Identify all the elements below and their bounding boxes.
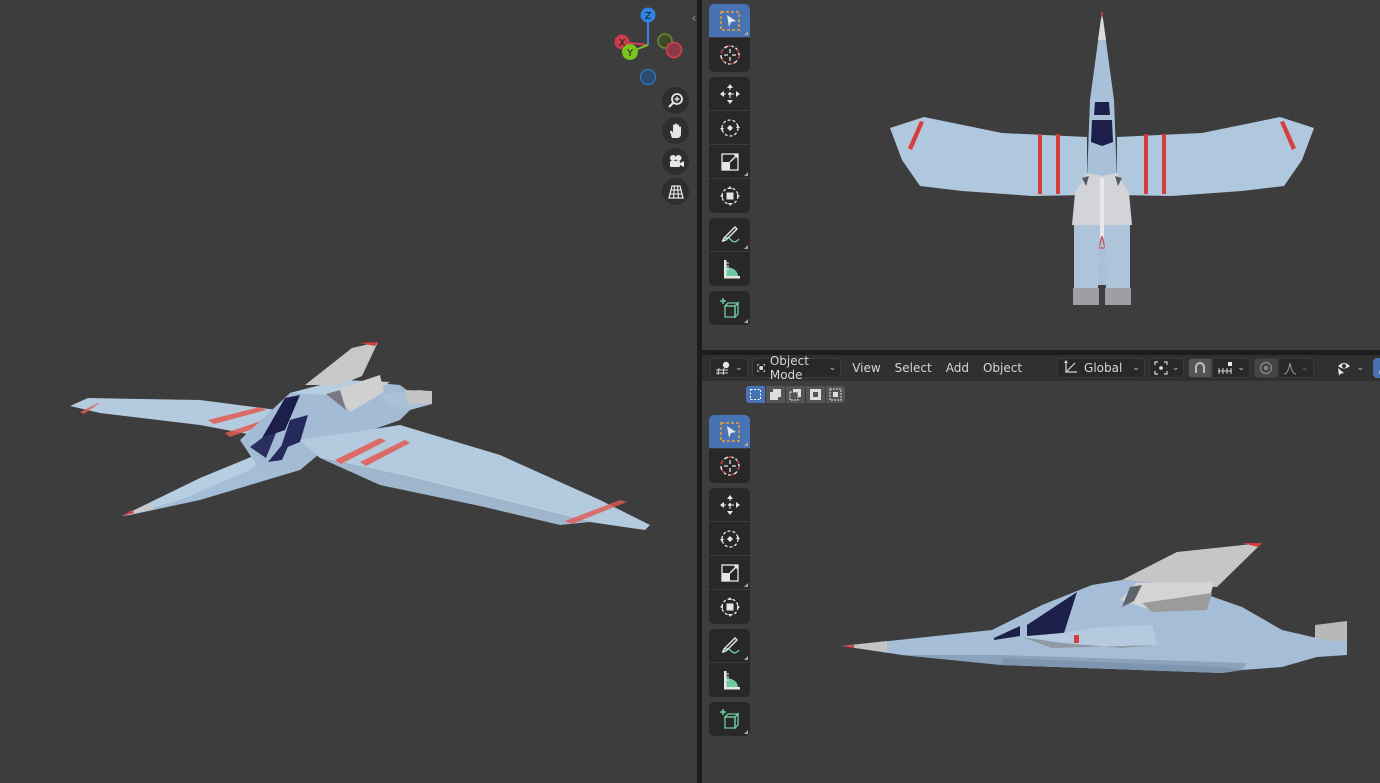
add-cube-icon <box>719 298 740 319</box>
tool-rotate[interactable] <box>709 111 750 145</box>
tool-rotate[interactable] <box>709 522 750 556</box>
move-icon <box>719 83 740 104</box>
toolbar-top-viewport <box>709 4 750 330</box>
tool-cursor[interactable] <box>709 449 750 483</box>
hand-icon <box>669 123 681 138</box>
toolbar-side-viewport <box>709 415 750 741</box>
navigation-gizmo[interactable]: X Z Y <box>608 4 688 88</box>
camera-icon <box>669 154 684 167</box>
annotate-icon <box>720 636 740 653</box>
spaceship-model-perspective <box>70 342 650 530</box>
gizmo-z-label: Z <box>645 11 652 22</box>
rotate-icon <box>719 118 740 137</box>
tool-scale[interactable] <box>709 556 750 590</box>
add-cube-icon <box>719 709 740 730</box>
select-box-icon <box>719 10 740 31</box>
cursor-icon <box>719 456 740 476</box>
tool-transform[interactable] <box>709 179 750 213</box>
select-box-icon <box>719 421 740 442</box>
tool-scale[interactable] <box>709 145 750 179</box>
cursor-icon <box>719 45 740 65</box>
tool-move[interactable] <box>709 77 750 111</box>
pan-button[interactable] <box>662 117 689 144</box>
tool-measure[interactable] <box>709 252 750 286</box>
gizmo-neg-x[interactable] <box>665 41 683 59</box>
spaceship-model-top <box>890 12 1314 305</box>
tool-measure[interactable] <box>709 663 750 697</box>
blender-window: X Z Y ‹ ⌄ Object Mode ⌄ View Select Add … <box>0 0 1380 783</box>
viewport-perspective[interactable]: X Z Y <box>0 0 697 783</box>
tool-add-cube[interactable] <box>709 291 750 325</box>
tool-cursor[interactable] <box>709 38 750 72</box>
scale-icon <box>720 152 739 171</box>
viewport-side[interactable]: ⌄ Object Mode ⌄ View Select Add Object G… <box>702 355 1380 783</box>
tool-select-box[interactable] <box>709 415 750 449</box>
rotate-icon <box>719 529 740 548</box>
grid-icon <box>667 184 684 199</box>
tool-annotate[interactable] <box>709 218 750 252</box>
scale-icon <box>720 563 739 582</box>
ortho-toggle-button[interactable] <box>662 178 689 205</box>
transform-icon <box>719 186 740 206</box>
zoom-in-icon <box>667 92 683 108</box>
tool-transform[interactable] <box>709 590 750 624</box>
move-icon <box>719 494 740 515</box>
zoom-button[interactable] <box>662 87 689 114</box>
tool-move[interactable] <box>709 488 750 522</box>
tool-add-cube[interactable] <box>709 702 750 736</box>
annotate-icon <box>720 225 740 242</box>
spaceship-model-side <box>842 543 1347 673</box>
tool-select-box[interactable] <box>709 4 750 38</box>
viewport-top[interactable] <box>702 0 1380 350</box>
gizmo-neg-z[interactable] <box>639 68 657 86</box>
transform-icon <box>719 597 740 617</box>
gizmo-y-label: Y <box>626 48 634 59</box>
tool-annotate[interactable] <box>709 629 750 663</box>
measure-icon <box>723 671 740 690</box>
collapse-toolbar-arrow[interactable]: ‹ <box>688 10 700 26</box>
camera-view-button[interactable] <box>662 148 689 175</box>
measure-icon <box>723 260 740 279</box>
